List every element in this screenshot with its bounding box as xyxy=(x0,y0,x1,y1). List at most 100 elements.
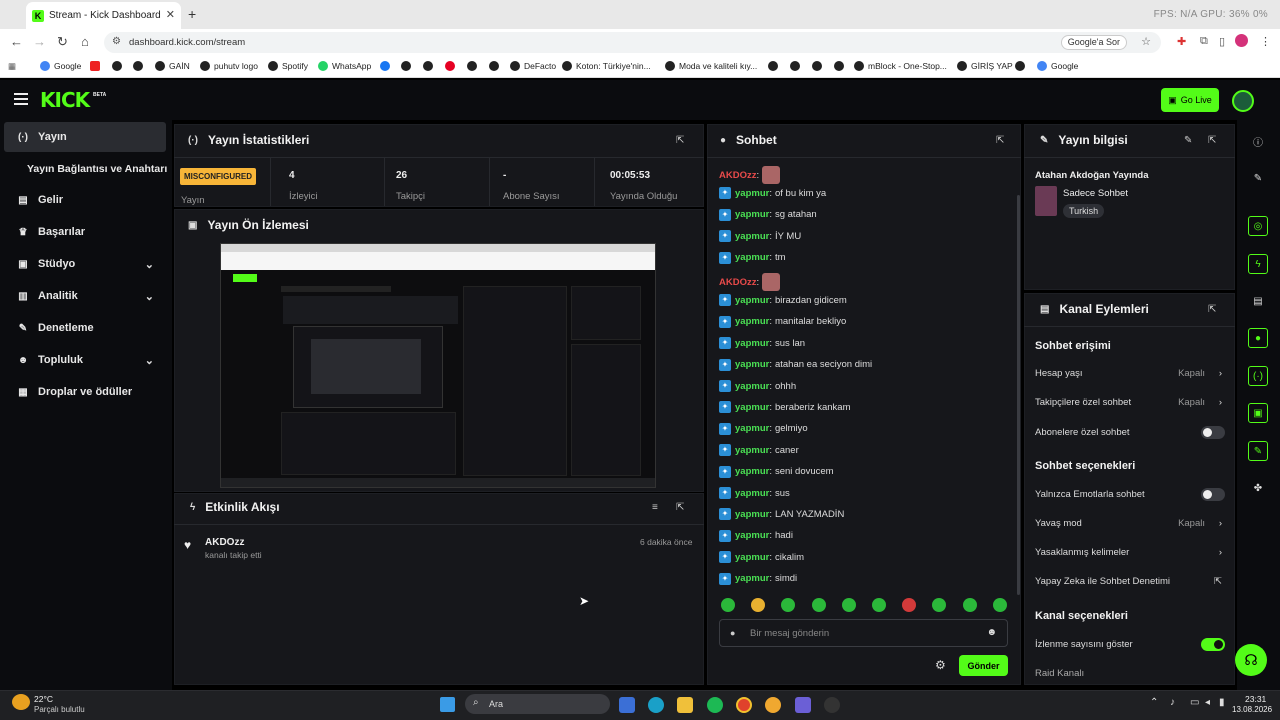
subs-only-toggle[interactable] xyxy=(1201,426,1225,439)
quick-emote-icon[interactable] xyxy=(872,598,886,612)
document-icon[interactable]: ▤ xyxy=(1248,291,1268,311)
chat-username[interactable]: yapmur xyxy=(735,316,769,327)
sidepanel-icon[interactable]: ▯ xyxy=(1219,35,1225,48)
send-button[interactable]: Gönder xyxy=(959,655,1008,676)
new-tab-icon[interactable]: + xyxy=(188,6,196,22)
show-viewers-toggle[interactable] xyxy=(1201,638,1225,651)
quick-emote-icon[interactable] xyxy=(721,598,735,612)
row-slow-mode[interactable]: Yavaş mod Kapalı › xyxy=(1035,518,1225,529)
popout-icon[interactable]: ⇱ xyxy=(676,135,684,146)
filter-icon[interactable]: ≡ xyxy=(652,502,658,513)
sidebar-item-studyo[interactable]: ▣ Stüdyo ⌄ xyxy=(4,249,166,279)
extensions-icon[interactable]: ⧉ xyxy=(1200,35,1208,48)
network-icon[interactable]: ▭ xyxy=(1190,697,1199,708)
file-explorer-icon[interactable] xyxy=(677,697,693,713)
quick-emote-icon[interactable] xyxy=(992,598,1007,612)
chat-scrollbar[interactable] xyxy=(1017,195,1020,595)
bookmark[interactable]: Google xyxy=(1037,61,1078,71)
forward-icon[interactable]: → xyxy=(33,34,46,49)
browser-tab[interactable]: K Stream - Kick Dashboard ✕ xyxy=(26,2,181,29)
bookmark[interactable] xyxy=(489,61,503,71)
home-icon[interactable]: ⌂ xyxy=(81,34,89,49)
emotes-only-toggle[interactable] xyxy=(1201,488,1225,501)
stats-widget-icon[interactable]: ◎ xyxy=(1248,216,1268,236)
bookmark[interactable]: WhatsApp xyxy=(318,61,371,71)
app-icon[interactable] xyxy=(824,697,840,713)
popout-icon[interactable]: ⇱ xyxy=(1208,304,1216,315)
bookmark[interactable]: Koton: Türkiye'nin... xyxy=(562,61,651,71)
chat-username[interactable]: yapmur xyxy=(735,509,769,520)
support-headset-icon[interactable]: ☊ xyxy=(1235,644,1267,676)
sidebar-item-gelir[interactable]: ▤ Gelir xyxy=(4,185,166,215)
bookmark[interactable] xyxy=(1015,61,1029,71)
sidebar-item-denetleme[interactable]: ✎ Denetleme xyxy=(4,313,166,343)
menu-dots-icon[interactable]: ⋮ xyxy=(1260,35,1271,48)
url-field[interactable]: ⚙ dashboard.kick.com/stream Google'a Sor… xyxy=(104,32,1161,53)
sidebar-item-analitik[interactable]: ▥ Analitik ⌄ xyxy=(4,281,166,311)
info-icon[interactable]: ⓘ xyxy=(1248,131,1268,151)
bookmark[interactable] xyxy=(790,61,804,71)
tray-chevron-up-icon[interactable]: ⌃ xyxy=(1150,697,1158,708)
popout-icon[interactable]: ⇱ xyxy=(676,502,684,513)
chat-username[interactable]: yapmur xyxy=(735,338,769,349)
pinterest-bookmark-icon[interactable] xyxy=(445,61,459,71)
weather-icon[interactable] xyxy=(12,694,30,710)
chat-username[interactable]: yapmur xyxy=(735,466,769,477)
app-icon[interactable] xyxy=(765,697,781,713)
chat-username[interactable]: yapmur xyxy=(735,552,769,563)
back-icon[interactable]: ← xyxy=(10,34,23,49)
bookmark[interactable] xyxy=(768,61,782,71)
volume-icon[interactable]: ◂ xyxy=(1205,697,1210,708)
bookmark[interactable]: GAİN xyxy=(155,61,190,71)
chat-input[interactable]: ● Bir mesaj gönderin ☻ xyxy=(719,619,1008,647)
chat-username[interactable]: yapmur xyxy=(735,252,769,263)
quick-emote-icon[interactable] xyxy=(962,598,977,612)
quick-emote-icon[interactable] xyxy=(811,598,826,612)
spotify-icon[interactable] xyxy=(707,697,723,713)
bookmark[interactable]: mBlock - One-Stop... xyxy=(854,61,947,71)
google-sor-button[interactable]: Google'a Sor xyxy=(1060,35,1127,50)
chat-username[interactable]: yapmur xyxy=(735,423,769,434)
profile-avatar[interactable] xyxy=(1235,34,1248,47)
bookmark[interactable]: Moda ve kaliteli kıy... xyxy=(665,61,757,71)
chat-username[interactable]: yapmur xyxy=(735,573,769,584)
stream-preview-video[interactable] xyxy=(220,243,656,488)
go-live-button[interactable]: ▣ Go Live xyxy=(1161,88,1219,112)
row-banned-words[interactable]: Yasaklanmış kelimeler › xyxy=(1035,547,1225,558)
bookmark[interactable]: puhutv logo xyxy=(200,61,258,71)
edit-pencil-icon[interactable]: ✎ xyxy=(1184,135,1192,146)
microphone-icon[interactable]: ♪ xyxy=(1170,697,1175,708)
bookmark[interactable]: GİRİŞ YAP xyxy=(957,61,1013,71)
site-info-icon[interactable]: ⚙ xyxy=(112,36,121,47)
menu-hamburger-icon[interactable] xyxy=(14,93,28,105)
puzzle-icon[interactable]: ✤ xyxy=(1248,478,1268,498)
chat-username[interactable]: yapmur xyxy=(735,359,769,370)
row-account-age[interactable]: Hesap yaşı Kapalı › xyxy=(1035,368,1225,379)
facebook-bookmark-icon[interactable] xyxy=(380,61,394,71)
chat-username[interactable]: yapmur xyxy=(735,231,769,242)
chat-username[interactable]: yapmur xyxy=(735,209,769,220)
bookmark[interactable] xyxy=(423,61,437,71)
edit-pencil-icon[interactable]: ✎ xyxy=(1248,168,1268,188)
emoji-icon[interactable]: ☻ xyxy=(986,627,997,638)
extension-icon[interactable]: ✚ xyxy=(1177,35,1186,48)
popout-icon[interactable]: ⇱ xyxy=(1208,135,1216,146)
bookmark[interactable] xyxy=(812,61,826,71)
chat-username[interactable]: AKDOzz xyxy=(719,170,756,181)
bookmark[interactable]: DeFacto xyxy=(510,61,556,71)
chat-settings-gear-icon[interactable]: ⚙ xyxy=(935,658,946,672)
chat-username[interactable]: AKDOzz xyxy=(719,277,756,288)
sidebar-item-yayin[interactable]: (·) Yayın xyxy=(4,122,166,152)
bookmark[interactable] xyxy=(834,61,848,71)
bookmark[interactable] xyxy=(133,61,147,71)
kick-logo[interactable]: KICK xyxy=(40,88,90,112)
bookmark[interactable]: Spotify xyxy=(268,61,308,71)
apps-icon[interactable]: ▦ xyxy=(8,61,16,72)
chat-widget-icon[interactable]: ● xyxy=(1248,328,1268,348)
battery-icon[interactable]: ▮ xyxy=(1219,697,1225,708)
lightning-icon[interactable]: ϟ xyxy=(1248,254,1268,274)
wrench-widget-icon[interactable]: ✎ xyxy=(1248,441,1268,461)
bookmark[interactable] xyxy=(467,61,481,71)
chat-username[interactable]: yapmur xyxy=(735,530,769,541)
chat-username[interactable]: yapmur xyxy=(735,402,769,413)
